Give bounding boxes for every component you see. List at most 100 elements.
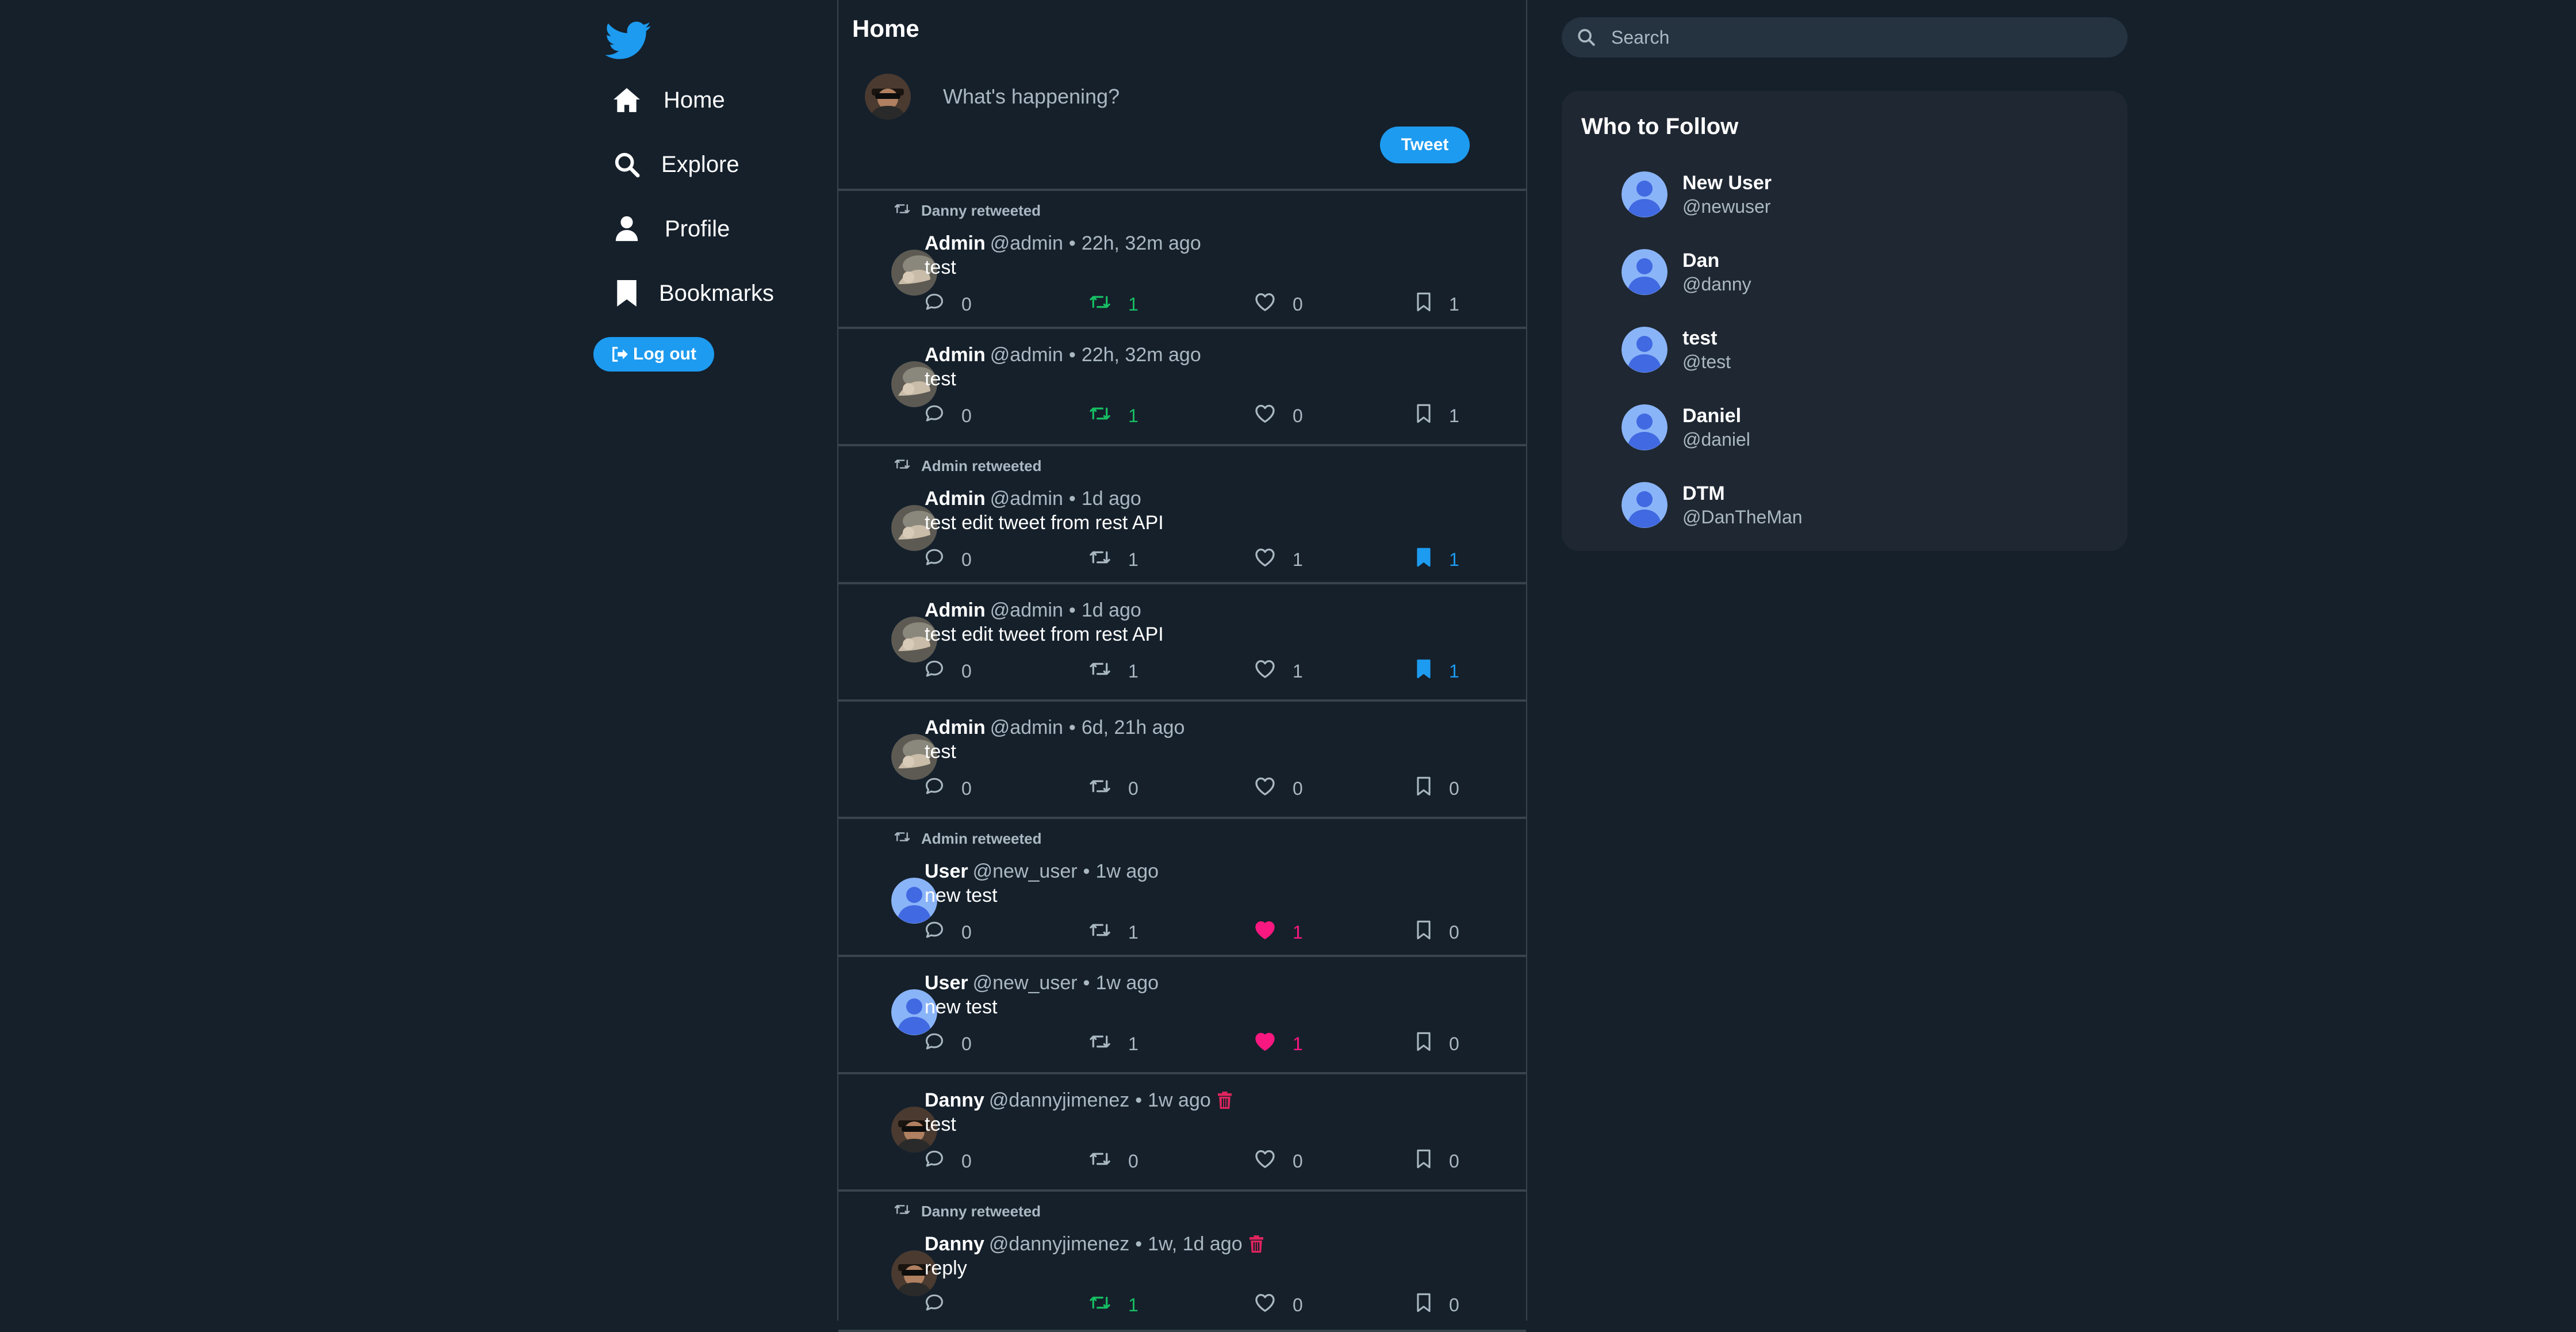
reply-button[interactable]: 0 xyxy=(925,404,972,428)
bookmark-count: 0 xyxy=(1449,1294,1459,1315)
author-handle: @new_user xyxy=(972,860,1078,882)
retweet-button[interactable]: 1 xyxy=(1089,1032,1138,1056)
default-avatar[interactable] xyxy=(1621,171,1667,217)
home-icon xyxy=(610,83,644,117)
bookmark-count: 0 xyxy=(1449,1033,1459,1054)
tweet-row[interactable]: User @new_user • 1w ago new test 0 1 1 0 xyxy=(838,957,1526,1074)
reply-button[interactable]: 0 xyxy=(925,776,972,801)
reply-count: 0 xyxy=(961,1150,972,1172)
search-input[interactable] xyxy=(1610,20,2107,55)
user-avatar[interactable] xyxy=(865,74,911,120)
nav-profile[interactable]: Profile xyxy=(610,206,730,252)
tweet-row[interactable]: Admin @admin • 1d ago test edit tweet fr… xyxy=(838,584,1526,702)
bookmark-button[interactable]: 1 xyxy=(1416,292,1459,316)
tweet-header: User @new_user • 1w ago xyxy=(925,970,1159,996)
follow-name: Daniel xyxy=(1682,405,1742,427)
tweet-row[interactable]: Danny retweeted Danny @dannyjimenez • 1w… xyxy=(838,1192,1526,1332)
nav-home[interactable]: Home xyxy=(610,77,725,123)
like-button[interactable]: 0 xyxy=(1255,404,1303,428)
tweet-row[interactable]: Admin @admin • 22h, 32m ago test 0 1 0 1 xyxy=(838,329,1526,446)
author-name[interactable]: Admin xyxy=(925,717,986,739)
follow-suggestion[interactable]: Daniel @daniel xyxy=(1621,399,1750,456)
retweeted-by-label: Admin retweeted xyxy=(921,457,1042,474)
bookmark-button[interactable]: 1 xyxy=(1416,548,1459,572)
author-name[interactable]: Admin xyxy=(925,599,986,622)
follow-suggestion[interactable]: Dan @danny xyxy=(1621,243,1751,301)
tweet-time: 1d ago xyxy=(1081,487,1141,510)
like-button[interactable]: 1 xyxy=(1255,659,1303,683)
twitter-bird-icon[interactable] xyxy=(603,17,654,63)
reply-button[interactable]: 0 xyxy=(925,292,972,316)
bookmark-button[interactable]: 1 xyxy=(1416,404,1459,428)
retweet-button[interactable]: 1 xyxy=(1089,659,1138,683)
tweet-row[interactable]: Danny @dannyjimenez • 1w ago test 0 0 0 … xyxy=(838,1074,1526,1192)
reply-button[interactable]: 0 xyxy=(925,1032,972,1056)
reply-button[interactable]: 0 xyxy=(925,659,972,683)
person-icon xyxy=(610,212,644,246)
like-count: 0 xyxy=(1293,405,1303,426)
nav-explore[interactable]: Explore xyxy=(610,141,739,187)
logout-button[interactable]: Log out xyxy=(593,337,714,372)
bookmark-button[interactable]: 0 xyxy=(1416,1032,1459,1056)
bookmark-button[interactable]: 0 xyxy=(1416,1293,1459,1317)
like-button[interactable]: 0 xyxy=(1255,1293,1303,1317)
retweet-count: 1 xyxy=(1128,405,1138,426)
bookmark-button[interactable]: 0 xyxy=(1416,1149,1459,1173)
tweet-row[interactable]: Admin retweeted User @new_user • 1w ago … xyxy=(838,819,1526,957)
tweet-button[interactable]: Tweet xyxy=(1380,127,1470,163)
retweet-button[interactable]: 0 xyxy=(1089,1149,1138,1173)
retweet-button[interactable]: 0 xyxy=(1089,776,1138,801)
like-button[interactable]: 0 xyxy=(1255,1149,1303,1173)
bookmark-icon xyxy=(1416,292,1432,316)
retweet-button[interactable]: 1 xyxy=(1089,920,1138,944)
tweet-row[interactable]: Admin @admin • 6d, 21h ago test 0 0 0 0 xyxy=(838,702,1526,819)
heart-icon xyxy=(1255,659,1275,683)
author-name[interactable]: Admin xyxy=(925,232,986,255)
bookmark-button[interactable]: 0 xyxy=(1416,920,1459,944)
retweet-button[interactable]: 1 xyxy=(1089,1293,1138,1317)
heart-icon xyxy=(1255,1293,1275,1317)
compose-tweet-input[interactable] xyxy=(942,76,1439,117)
reply-button[interactable]: 0 xyxy=(925,548,972,572)
default-avatar[interactable] xyxy=(1621,482,1667,528)
follow-suggestion[interactable]: test @test xyxy=(1621,321,1731,378)
tweet-row[interactable]: Admin retweeted Admin @admin • 1d ago te… xyxy=(838,446,1526,584)
retweeted-by-label: Danny retweeted xyxy=(921,201,1041,219)
tweet-actions: 0 0 0 0 xyxy=(838,776,1526,805)
like-button[interactable]: 1 xyxy=(1255,1032,1303,1056)
reply-button[interactable]: 0 xyxy=(925,1149,972,1173)
delete-tweet-icon[interactable] xyxy=(1249,1235,1263,1253)
delete-tweet-icon[interactable] xyxy=(1217,1092,1232,1109)
default-avatar[interactable] xyxy=(1621,327,1667,373)
retweet-button[interactable]: 1 xyxy=(1089,292,1138,316)
nav-bookmarks[interactable]: Bookmarks xyxy=(610,270,774,316)
follow-handle: @newuser xyxy=(1682,196,1771,217)
author-name[interactable]: Admin xyxy=(925,488,986,510)
default-avatar[interactable] xyxy=(1621,404,1667,450)
retweet-button[interactable]: 1 xyxy=(1089,404,1138,428)
like-button[interactable]: 0 xyxy=(1255,776,1303,801)
reply-button[interactable] xyxy=(925,1293,961,1317)
author-name[interactable]: User xyxy=(925,972,968,994)
follow-suggestion[interactable]: DTM @DanTheMan xyxy=(1621,476,1803,534)
author-name[interactable]: Danny xyxy=(925,1089,984,1112)
tweet-row[interactable]: Danny retweeted Admin @admin • 22h, 32m … xyxy=(838,191,1526,329)
search-bar[interactable] xyxy=(1562,17,2128,58)
author-name[interactable]: User xyxy=(925,860,968,883)
retweet-button[interactable]: 1 xyxy=(1089,548,1138,572)
reply-button[interactable]: 0 xyxy=(925,920,972,944)
bookmark-count: 0 xyxy=(1449,1150,1459,1172)
author-name[interactable]: Admin xyxy=(925,344,986,366)
separator-dot: • xyxy=(1068,716,1076,738)
like-button[interactable]: 0 xyxy=(1255,292,1303,316)
bookmark-button[interactable]: 1 xyxy=(1416,659,1459,683)
author-name[interactable]: Danny xyxy=(925,1233,984,1256)
bookmark-count: 0 xyxy=(1449,778,1459,799)
like-button[interactable]: 1 xyxy=(1255,548,1303,572)
default-avatar[interactable] xyxy=(1621,249,1667,295)
follow-suggestion[interactable]: New User @newuser xyxy=(1621,166,1772,223)
bookmark-button[interactable]: 0 xyxy=(1416,776,1459,801)
like-button[interactable]: 1 xyxy=(1255,920,1303,944)
nav-profile-label: Profile xyxy=(665,216,730,242)
heart-icon xyxy=(1255,920,1275,944)
